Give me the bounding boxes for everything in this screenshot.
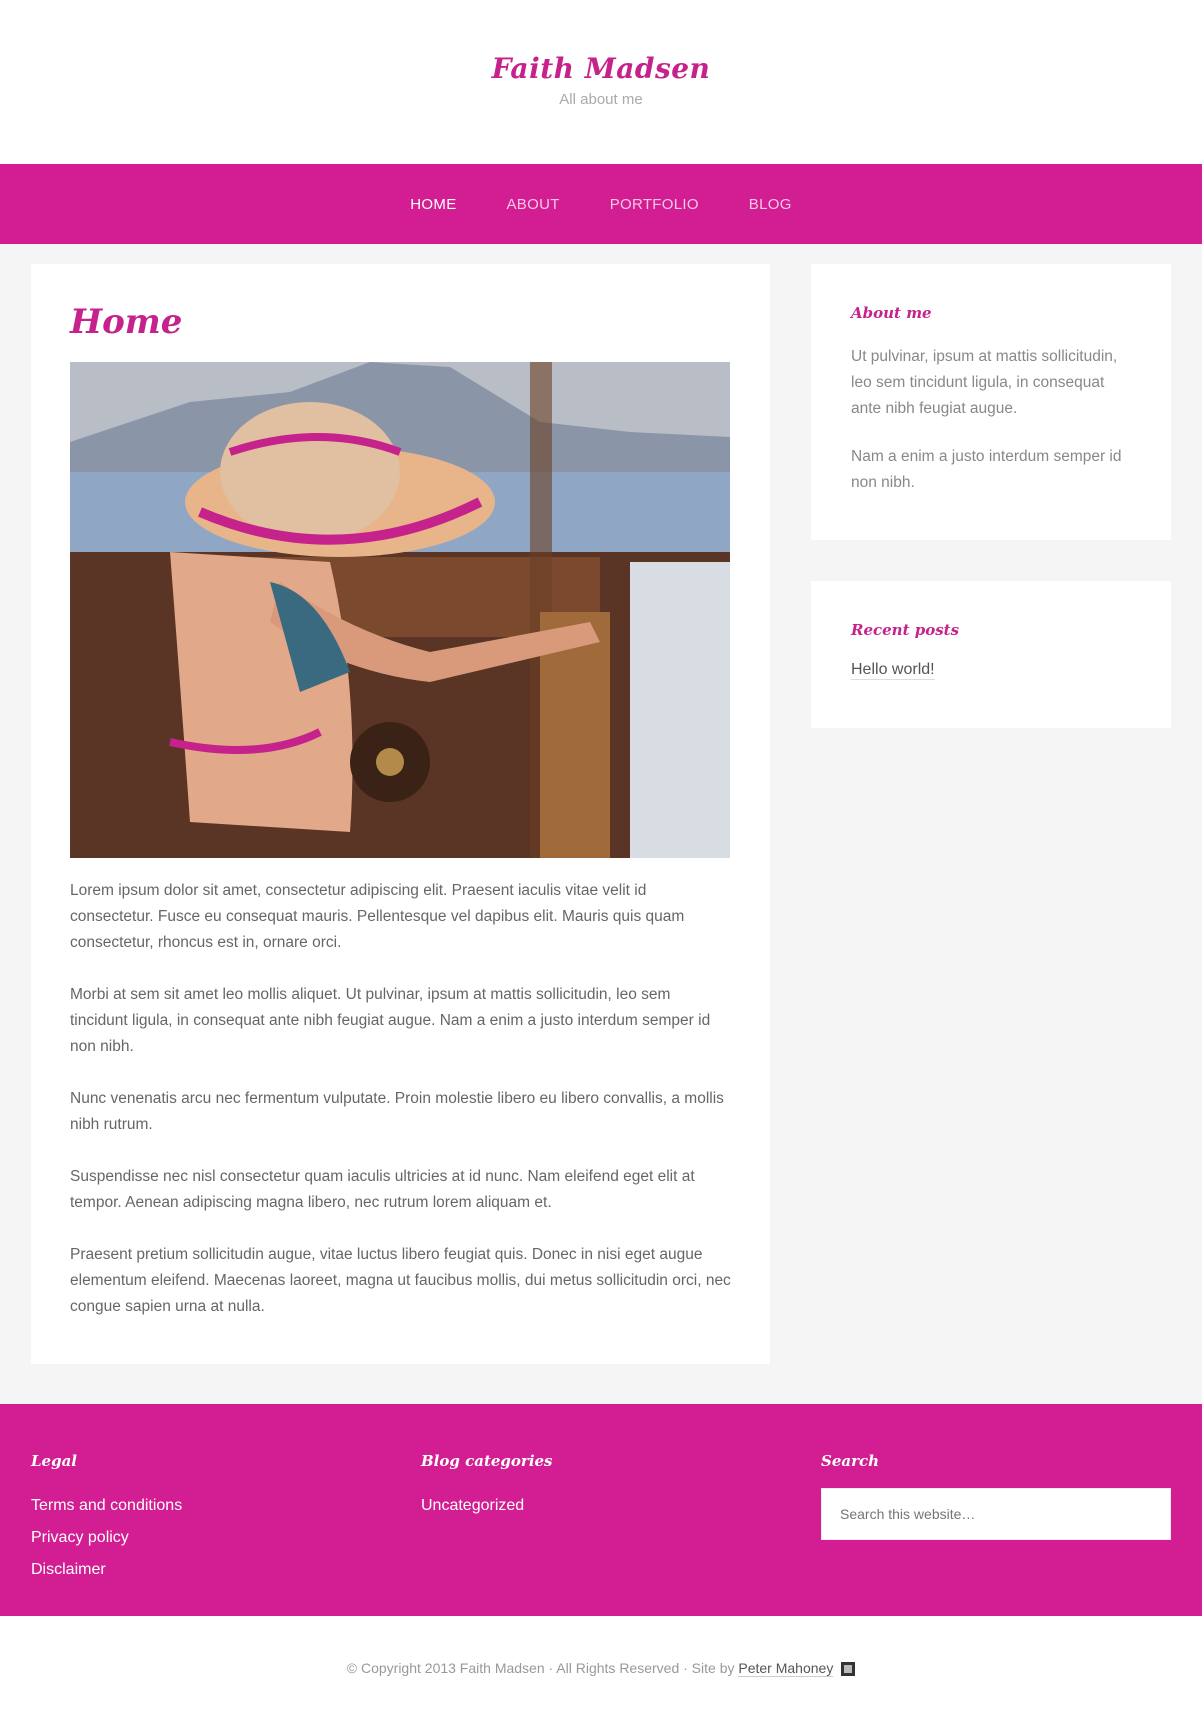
- hero-image-illustration: [70, 362, 730, 858]
- recent-posts-title: Recent posts: [851, 621, 960, 639]
- content-area: Home Lorem ipsum dolor sit amet, consect…: [0, 244, 1202, 1404]
- recent-posts-widget: Recent posts Hello world!: [811, 581, 1171, 728]
- site-header: Faith Madsen All about me: [0, 0, 1202, 164]
- about-text: Nam a enim a justo interdum semper id no…: [851, 448, 1122, 491]
- main-article: Home Lorem ipsum dolor sit amet, consect…: [31, 264, 770, 1364]
- site-title[interactable]: Faith Madsen: [0, 52, 1202, 85]
- about-text: Ut pulvinar, ipsum at mattis sollicitudi…: [851, 348, 1118, 417]
- site-footer: © Copyright 2013 Faith Madsen · All Righ…: [0, 1616, 1202, 1719]
- legal-link-terms[interactable]: Terms and conditions: [31, 1490, 182, 1522]
- primary-nav: HOME ABOUT PORTFOLIO BLOG: [0, 164, 1202, 244]
- legal-widget: Legal Terms and conditions Privacy polic…: [31, 1452, 182, 1586]
- about-widget: About me Ut pulvinar, ipsum at mattis so…: [811, 264, 1171, 540]
- credit-logo-icon: [841, 1662, 856, 1677]
- paragraph: Suspendisse nec nisl consectetur quam ia…: [70, 1168, 695, 1211]
- nav-item-portfolio[interactable]: PORTFOLIO: [610, 196, 699, 213]
- entry-title: Home: [70, 302, 183, 342]
- paragraph: Praesent pretium sollicitudin augue, vit…: [70, 1246, 731, 1315]
- legal-link-disclaimer[interactable]: Disclaimer: [31, 1554, 182, 1586]
- paragraph: Lorem ipsum dolor sit amet, consectetur …: [70, 882, 685, 951]
- search-title: Search: [821, 1452, 880, 1470]
- nav-item-home[interactable]: HOME: [410, 196, 456, 213]
- search-widget: Search: [821, 1452, 1171, 1540]
- category-link[interactable]: Uncategorized: [421, 1490, 553, 1522]
- footer-widgets: Legal Terms and conditions Privacy polic…: [0, 1404, 1202, 1616]
- nav-item-blog[interactable]: BLOG: [749, 196, 792, 213]
- categories-title: Blog categories: [421, 1452, 553, 1470]
- copyright-text: © Copyright 2013 Faith Madsen · All Righ…: [346, 1660, 735, 1676]
- entry-content: Lorem ipsum dolor sit amet, consectetur …: [70, 878, 731, 1320]
- credit-link[interactable]: Peter Mahoney: [738, 1660, 834, 1677]
- nav-item-about[interactable]: ABOUT: [507, 196, 560, 213]
- legal-link-privacy[interactable]: Privacy policy: [31, 1522, 182, 1554]
- hero-image: [70, 362, 730, 858]
- about-widget-title: About me: [851, 304, 932, 322]
- categories-widget: Blog categories Uncategorized: [421, 1452, 553, 1522]
- paragraph: Morbi at sem sit amet leo mollis aliquet…: [70, 986, 711, 1055]
- recent-post-link[interactable]: Hello world!: [851, 661, 935, 680]
- legal-title: Legal: [31, 1452, 77, 1470]
- search-input[interactable]: [821, 1488, 1171, 1540]
- site-description: All about me: [559, 91, 643, 108]
- paragraph: Nunc venenatis arcu nec fermentum vulput…: [70, 1090, 724, 1133]
